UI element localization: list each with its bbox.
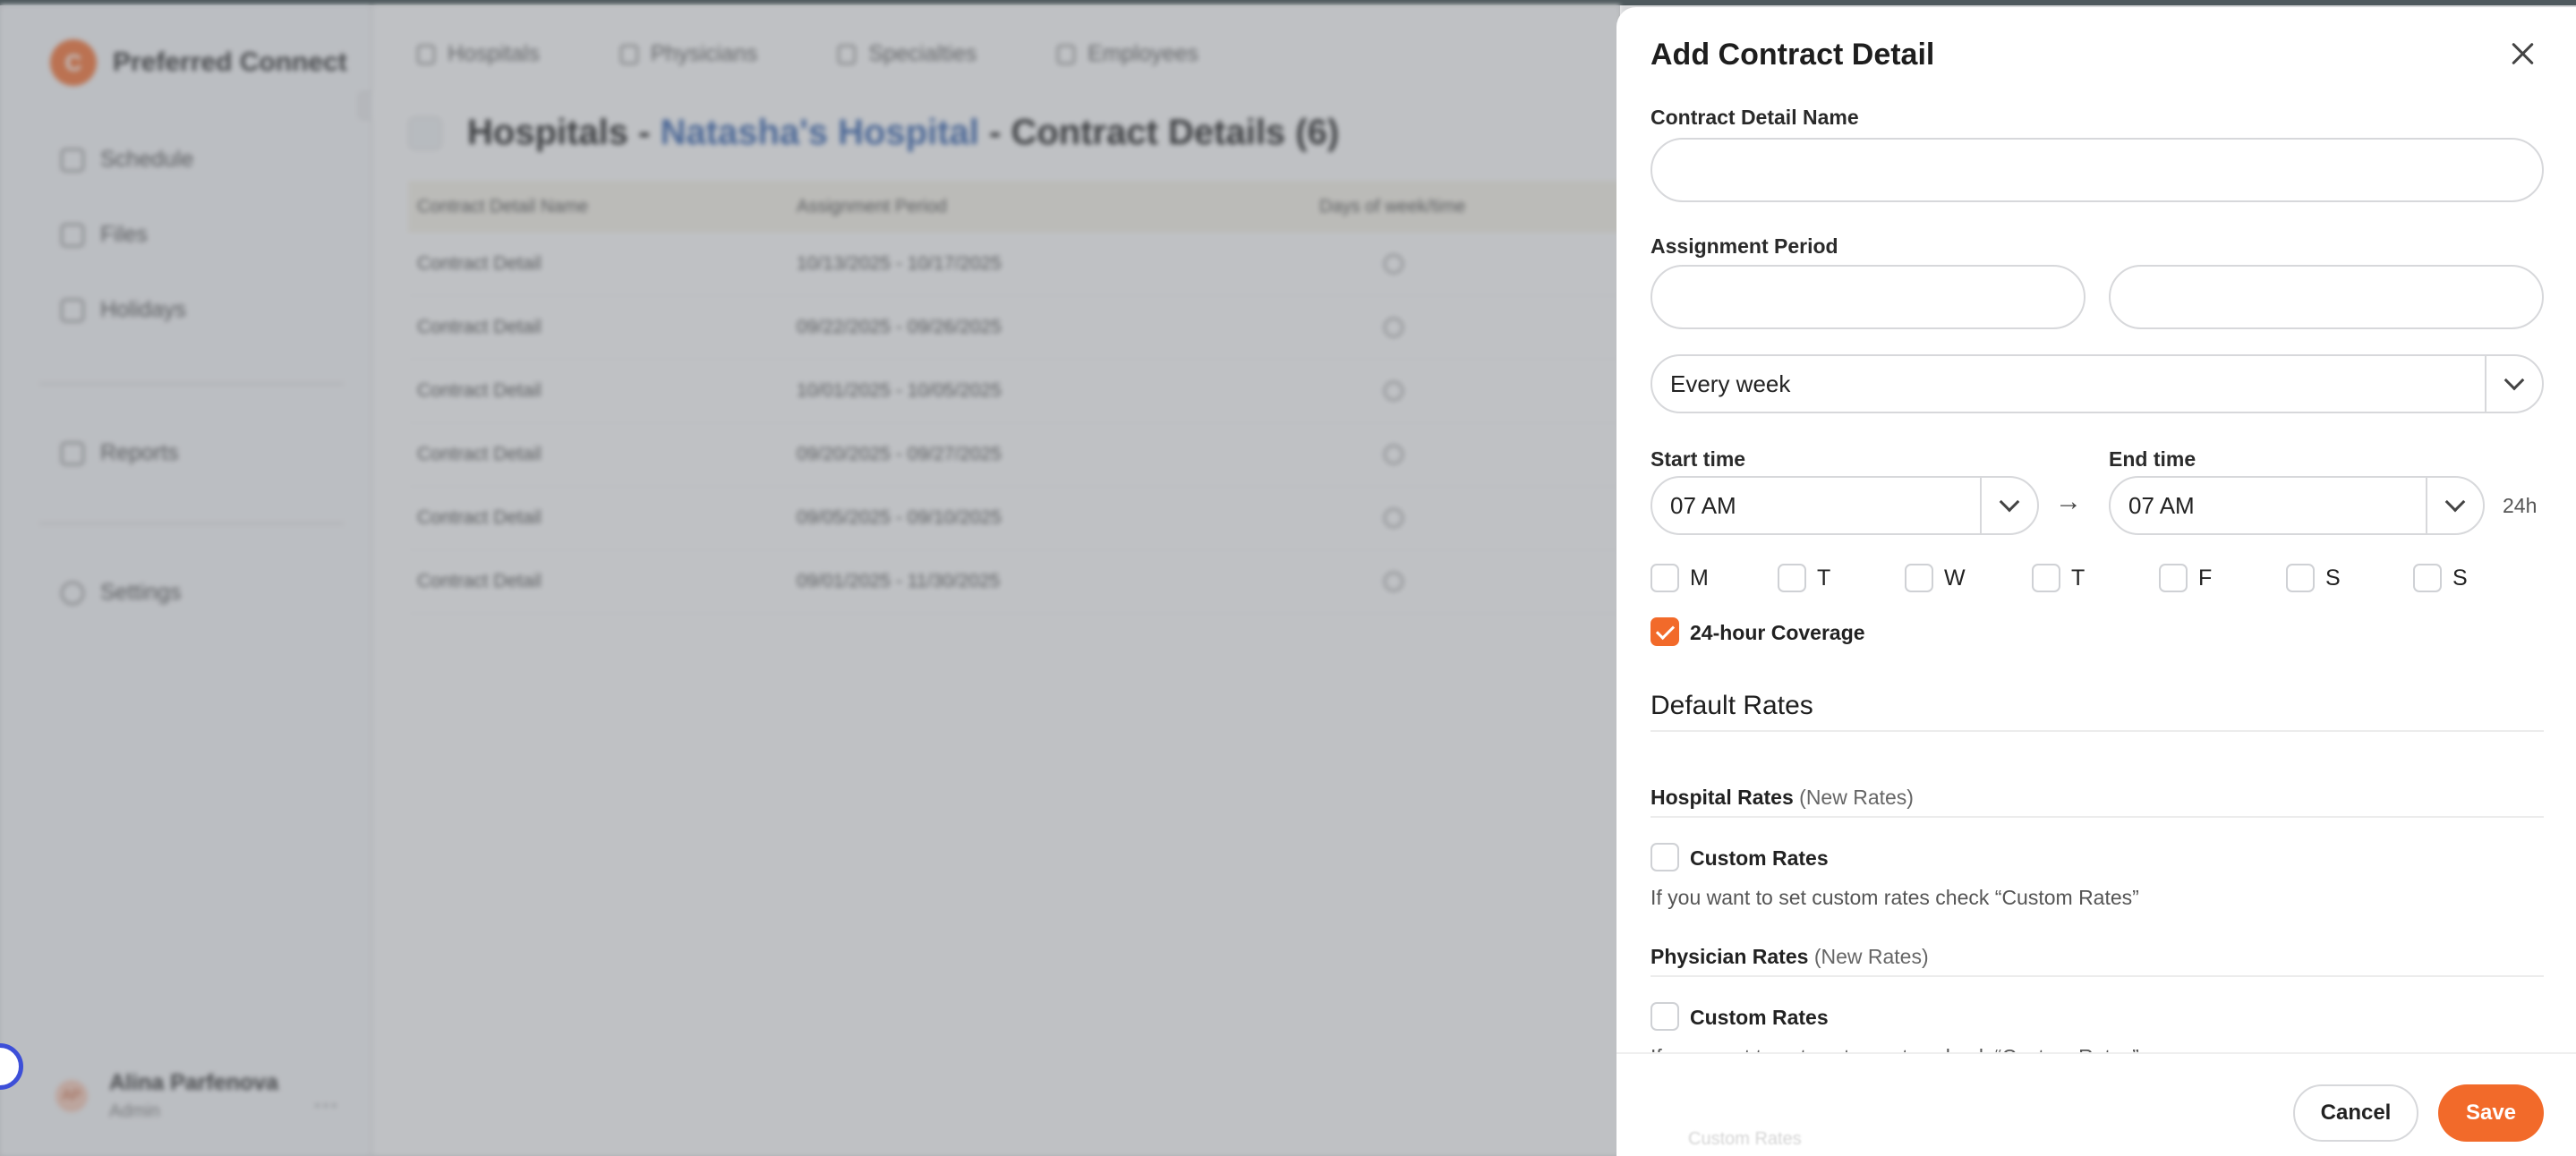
start-time-label: Start time xyxy=(1651,447,1746,471)
day-label: T xyxy=(1817,565,1831,591)
period-end-input[interactable] xyxy=(2109,265,2544,329)
day-label: W xyxy=(1944,565,1966,591)
chevron-down-icon[interactable] xyxy=(2485,356,2542,412)
end-time-select[interactable]: 07 AM xyxy=(2109,476,2485,535)
day-checkbox-monday[interactable] xyxy=(1651,564,1679,592)
start-time-select[interactable]: 07 AM xyxy=(1651,476,2039,535)
drawer-footer: Custom Rates Cancel Save xyxy=(1616,1052,2576,1156)
time-format-label: 24h xyxy=(2503,494,2538,517)
day-checkbox-friday[interactable] xyxy=(2159,564,2188,592)
drawer-title: Add Contract Detail xyxy=(1651,38,1935,72)
contract-name-label: Contract Detail Name xyxy=(1651,106,1859,129)
hospital-rates-helper: If you want to set custom rates check “C… xyxy=(1651,886,2139,909)
coverage-checkbox[interactable] xyxy=(1651,617,1679,646)
hospital-custom-rates-label: Custom Rates xyxy=(1690,846,1829,870)
hospital-rates-suffix: (New Rates) xyxy=(1799,786,1914,809)
end-time-label: End time xyxy=(2109,447,2196,471)
save-button[interactable]: Save xyxy=(2438,1084,2544,1142)
arrow-right-icon: → xyxy=(2055,487,2082,516)
hospital-rates-title: Hospital Rates (New Rates) xyxy=(1651,786,1914,810)
coverage-label: 24-hour Coverage xyxy=(1690,621,1865,644)
cancel-button[interactable]: Cancel xyxy=(2293,1084,2418,1142)
day-checkbox-tuesday[interactable] xyxy=(1778,564,1806,592)
period-start-input[interactable] xyxy=(1651,265,2086,329)
physician-custom-rates-checkbox[interactable] xyxy=(1651,1002,1679,1031)
day-label: S xyxy=(2325,565,2341,591)
divider xyxy=(1651,816,2544,818)
hospital-custom-rates-checkbox[interactable] xyxy=(1651,843,1679,871)
day-label: F xyxy=(2198,565,2213,591)
hospital-rates-label: Hospital Rates xyxy=(1651,786,1794,809)
day-label: S xyxy=(2452,565,2468,591)
recurrence-value: Every week xyxy=(1670,370,1791,397)
physician-rates-title: Physician Rates (New Rates) xyxy=(1651,945,1929,969)
start-time-value: 07 AM xyxy=(1670,491,1736,519)
drawer-body: Add Contract Detail Contract Detail Name… xyxy=(1651,7,2544,1052)
physician-rates-label: Physician Rates xyxy=(1651,945,1809,968)
physician-custom-rates-label: Custom Rates xyxy=(1690,1006,1829,1029)
divider xyxy=(1651,730,2544,732)
add-contract-detail-drawer: Add Contract Detail Contract Detail Name… xyxy=(1616,7,2576,1156)
contract-name-input[interactable] xyxy=(1651,138,2544,202)
day-checkbox-thursday[interactable] xyxy=(2032,564,2060,592)
divider xyxy=(1651,975,2544,977)
day-label: M xyxy=(1690,565,1709,591)
end-time-value: 07 AM xyxy=(2128,491,2195,519)
day-checkbox-sunday[interactable] xyxy=(2413,564,2442,592)
day-label: T xyxy=(2071,565,2086,591)
ghost-custom-rates-label: Custom Rates xyxy=(1688,1129,1802,1149)
chevron-down-icon[interactable] xyxy=(1980,478,2037,533)
day-checkbox-wednesday[interactable] xyxy=(1905,564,1933,592)
default-rates-title: Default Rates xyxy=(1651,691,1813,720)
physician-rates-helper: If you want to set custom rates check “C… xyxy=(1651,1045,2139,1052)
close-icon[interactable] xyxy=(2504,36,2540,72)
assignment-period-label: Assignment Period xyxy=(1651,234,1838,258)
chevron-down-icon[interactable] xyxy=(2426,478,2483,533)
day-checkbox-saturday[interactable] xyxy=(2286,564,2315,592)
recurrence-select[interactable]: Every week xyxy=(1651,354,2544,413)
physician-rates-suffix: (New Rates) xyxy=(1813,945,1929,968)
modal-overlay[interactable] xyxy=(0,5,1620,1156)
